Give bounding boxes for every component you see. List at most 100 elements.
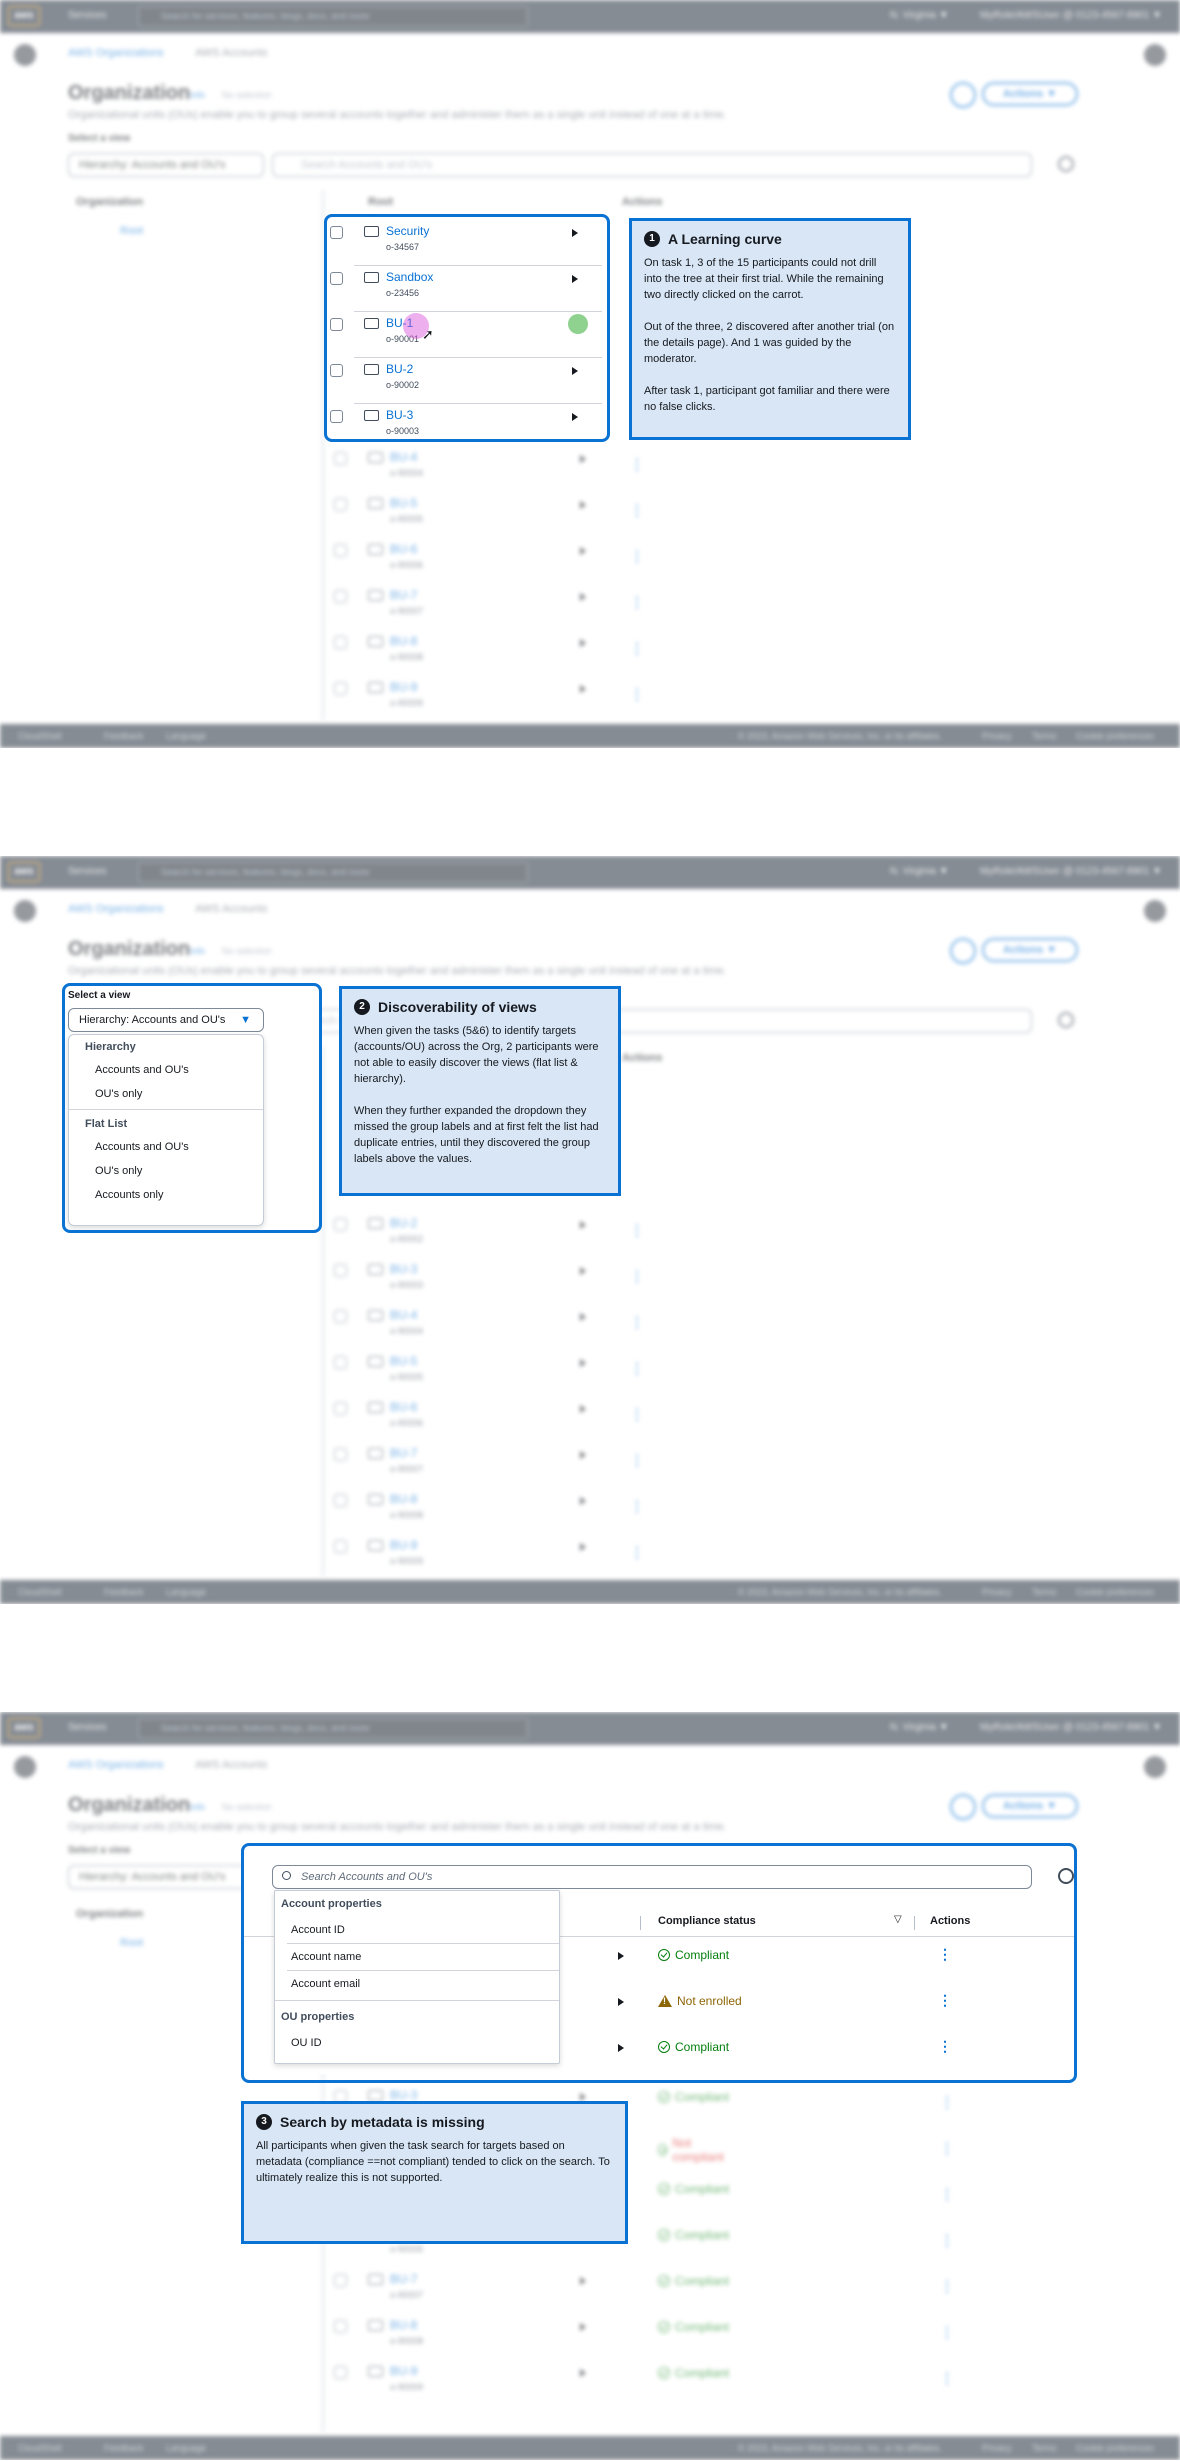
search-input[interactable]: Search Accounts and OU's xyxy=(272,153,1032,177)
row-name[interactable]: BU-5 xyxy=(390,496,417,510)
table-row[interactable]: BU-4 o-90004 ⋮ xyxy=(330,446,644,492)
row-actions-icon[interactable]: ⋮ xyxy=(940,2278,954,2295)
cloudshell-link[interactable]: CloudShell xyxy=(18,2436,62,2460)
expand-caret-icon[interactable] xyxy=(580,455,586,463)
row-checkbox[interactable] xyxy=(334,590,347,603)
table-row[interactable]: BU-5 o-90005 ⋮ xyxy=(330,492,644,538)
refresh-button[interactable] xyxy=(950,938,976,964)
expand-caret-icon[interactable] xyxy=(580,501,586,509)
table-row[interactable]: BU-9 o-90009 ⋮ xyxy=(330,1534,644,1580)
row-actions-icon[interactable]: ⋮ xyxy=(630,1222,644,1239)
row-name[interactable]: BU-4 xyxy=(390,1308,417,1322)
aws-logo[interactable]: aws xyxy=(8,862,40,882)
region-selector[interactable]: N. Virginia ▼ xyxy=(890,1722,949,1733)
menu-icon[interactable] xyxy=(14,1756,36,1778)
feedback-link[interactable]: Feedback xyxy=(104,724,144,748)
aws-logo[interactable]: aws xyxy=(8,6,40,26)
row-actions-icon[interactable]: ⋮ xyxy=(630,594,644,611)
language-link[interactable]: Language xyxy=(166,724,206,748)
language-link[interactable]: Language xyxy=(166,2436,206,2460)
expand-caret-icon[interactable] xyxy=(580,1451,586,1459)
services-menu[interactable]: Services xyxy=(68,866,106,877)
table-row[interactable]: BU-7 o-90007 ⋮ xyxy=(330,584,644,630)
row-name[interactable]: BU-8 xyxy=(390,1492,417,1506)
row-actions-icon[interactable]: ⋮ xyxy=(630,1314,644,1331)
language-link[interactable]: Language xyxy=(166,1580,206,1604)
cloudshell-link[interactable]: CloudShell xyxy=(18,1580,62,1604)
row-actions-icon[interactable]: ⋮ xyxy=(630,456,644,473)
expand-caret-icon[interactable] xyxy=(580,2323,586,2331)
row-checkbox[interactable] xyxy=(334,2366,347,2379)
row-name[interactable]: BU-3 xyxy=(390,2088,417,2102)
row-actions-icon[interactable]: ⋮ xyxy=(630,1498,644,1515)
view-dropdown[interactable]: Hierarchy: Accounts and OU's xyxy=(68,153,264,177)
expand-caret-icon[interactable] xyxy=(580,1497,586,1505)
row-actions-icon[interactable]: ⋮ xyxy=(630,548,644,565)
region-selector[interactable]: N. Virginia ▼ xyxy=(890,10,949,21)
expand-caret-icon[interactable] xyxy=(580,1221,586,1229)
row-checkbox[interactable] xyxy=(334,682,347,695)
expand-caret-icon[interactable] xyxy=(580,1313,586,1321)
row-name[interactable]: BU-9 xyxy=(390,680,417,694)
table-row[interactable]: BU-6 o-90006 ⋮ xyxy=(330,538,644,584)
expand-caret-icon[interactable] xyxy=(580,2369,586,2377)
pane-divider[interactable] xyxy=(322,1046,324,1576)
global-search[interactable]: Search for services, features, blogs, do… xyxy=(138,862,528,883)
row-name[interactable]: BU-2 xyxy=(390,1216,417,1230)
row-checkbox[interactable] xyxy=(334,544,347,557)
actions-button[interactable]: Actions ▼ xyxy=(982,82,1078,106)
table-row[interactable]: BU-8 o-90008 Compliant ⋮ xyxy=(330,2314,954,2360)
org-root-node[interactable]: Root xyxy=(120,225,143,237)
row-name[interactable]: BU-4 xyxy=(390,450,417,464)
cookie-link[interactable]: Cookie preferences xyxy=(1076,724,1154,748)
table-row[interactable]: BU-4 o-90004 ⋮ xyxy=(330,1304,644,1350)
menu-icon[interactable] xyxy=(14,44,36,66)
row-actions-icon[interactable]: ⋮ xyxy=(630,502,644,519)
row-name[interactable]: BU-8 xyxy=(390,634,417,648)
actions-button[interactable]: Actions ▼ xyxy=(982,938,1078,962)
region-selector[interactable]: N. Virginia ▼ xyxy=(890,866,949,877)
row-checkbox[interactable] xyxy=(334,1310,347,1323)
actions-button[interactable]: Actions ▼ xyxy=(982,1794,1078,1818)
expand-caret-icon[interactable] xyxy=(580,593,586,601)
table-row[interactable]: BU-7 o-90007 ⋮ xyxy=(330,1442,644,1488)
table-row[interactable]: BU-8 o-90008 ⋮ xyxy=(330,1488,644,1534)
row-actions-icon[interactable]: ⋮ xyxy=(940,2094,954,2111)
org-root-node[interactable]: Root xyxy=(120,1937,143,1949)
expand-caret-icon[interactable] xyxy=(580,685,586,693)
row-actions-icon[interactable]: ⋮ xyxy=(940,2140,954,2157)
row-name[interactable]: BU-3 xyxy=(390,1262,417,1276)
row-checkbox[interactable] xyxy=(334,1448,347,1461)
aws-logo[interactable]: aws xyxy=(8,1718,40,1738)
row-actions-icon[interactable]: ⋮ xyxy=(630,1544,644,1561)
menu-icon[interactable] xyxy=(14,900,36,922)
row-checkbox[interactable] xyxy=(334,1402,347,1415)
refresh-button[interactable] xyxy=(950,1794,976,1820)
breadcrumb-root[interactable]: AWS Organizations xyxy=(68,903,164,915)
table-row[interactable]: BU-5 o-90005 ⋮ xyxy=(330,1350,644,1396)
feedback-link[interactable]: Feedback xyxy=(104,1580,144,1604)
row-name[interactable]: BU-6 xyxy=(390,1400,417,1414)
table-row[interactable]: BU-9 o-90009 ⋮ xyxy=(330,676,644,722)
help-icon[interactable] xyxy=(1144,900,1166,922)
gear-icon[interactable] xyxy=(1058,1012,1074,1028)
terms-link[interactable]: Terms xyxy=(1032,1580,1057,1604)
terms-link[interactable]: Terms xyxy=(1032,2436,1057,2460)
refresh-button[interactable] xyxy=(950,82,976,108)
global-search[interactable]: Search for services, features, blogs, do… xyxy=(138,1718,528,1739)
expand-caret-icon[interactable] xyxy=(580,1405,586,1413)
account-menu[interactable]: MyRole/AWSUser @ 0123-4567-8901 ▼ xyxy=(980,866,1162,877)
expand-caret-icon[interactable] xyxy=(580,639,586,647)
services-menu[interactable]: Services xyxy=(68,10,106,21)
row-actions-icon[interactable]: ⋮ xyxy=(630,1406,644,1423)
row-checkbox[interactable] xyxy=(334,1356,347,1369)
info-link[interactable]: Info xyxy=(190,90,205,100)
row-actions-icon[interactable]: ⋮ xyxy=(630,640,644,657)
row-name[interactable]: BU-7 xyxy=(390,1446,417,1460)
table-row[interactable]: BU-3 o-90003 ⋮ xyxy=(330,1258,644,1304)
expand-caret-icon[interactable] xyxy=(580,2277,586,2285)
row-actions-icon[interactable]: ⋮ xyxy=(940,2232,954,2249)
row-name[interactable]: BU-6 xyxy=(390,542,417,556)
privacy-link[interactable]: Privacy xyxy=(982,724,1012,748)
row-actions-icon[interactable]: ⋮ xyxy=(940,2324,954,2341)
